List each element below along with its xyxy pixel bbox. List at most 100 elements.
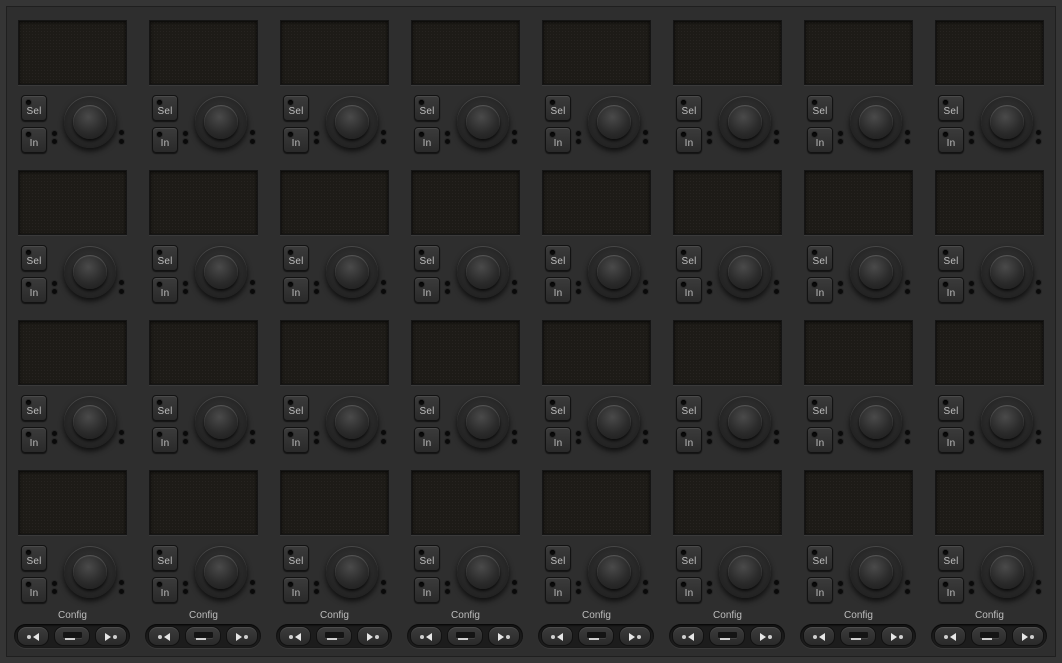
rotary-encoder-knob[interactable]	[588, 96, 640, 148]
in-button[interactable]: In	[938, 277, 964, 303]
rotary-encoder-knob[interactable]	[588, 546, 640, 598]
rotary-encoder-knob[interactable]	[64, 546, 116, 598]
config-next-button[interactable]	[357, 626, 389, 646]
config-mode-button[interactable]	[709, 626, 745, 646]
in-button[interactable]: In	[545, 577, 571, 603]
rotary-encoder-knob[interactable]	[588, 396, 640, 448]
config-mode-button[interactable]	[316, 626, 352, 646]
in-button[interactable]: In	[21, 427, 47, 453]
sel-button[interactable]: Sel	[283, 245, 309, 271]
rotary-encoder-knob[interactable]	[850, 246, 902, 298]
rotary-encoder-knob[interactable]	[719, 96, 771, 148]
sel-button[interactable]: Sel	[676, 395, 702, 421]
rotary-encoder-knob[interactable]	[64, 246, 116, 298]
config-next-button[interactable]	[488, 626, 520, 646]
config-next-button[interactable]	[95, 626, 127, 646]
rotary-encoder-knob[interactable]	[719, 546, 771, 598]
sel-button[interactable]: Sel	[938, 245, 964, 271]
sel-button[interactable]: Sel	[545, 245, 571, 271]
rotary-encoder-knob[interactable]	[457, 396, 509, 448]
sel-button[interactable]: Sel	[152, 545, 178, 571]
sel-button[interactable]: Sel	[414, 245, 440, 271]
sel-button[interactable]: Sel	[676, 245, 702, 271]
in-button[interactable]: In	[21, 277, 47, 303]
rotary-encoder-knob[interactable]	[981, 396, 1033, 448]
sel-button[interactable]: Sel	[676, 545, 702, 571]
in-button[interactable]: In	[414, 427, 440, 453]
in-button[interactable]: In	[152, 127, 178, 153]
config-mode-button[interactable]	[578, 626, 614, 646]
rotary-encoder-knob[interactable]	[719, 246, 771, 298]
config-prev-button[interactable]	[803, 626, 835, 646]
in-button[interactable]: In	[152, 577, 178, 603]
rotary-encoder-knob[interactable]	[64, 96, 116, 148]
in-button[interactable]: In	[414, 127, 440, 153]
config-prev-button[interactable]	[410, 626, 442, 646]
in-button[interactable]: In	[414, 577, 440, 603]
rotary-encoder-knob[interactable]	[195, 396, 247, 448]
in-button[interactable]: In	[807, 277, 833, 303]
sel-button[interactable]: Sel	[807, 95, 833, 121]
config-next-button[interactable]	[619, 626, 651, 646]
sel-button[interactable]: Sel	[414, 395, 440, 421]
sel-button[interactable]: Sel	[938, 545, 964, 571]
sel-button[interactable]: Sel	[283, 395, 309, 421]
rotary-encoder-knob[interactable]	[981, 246, 1033, 298]
in-button[interactable]: In	[676, 427, 702, 453]
config-prev-button[interactable]	[148, 626, 180, 646]
rotary-encoder-knob[interactable]	[195, 246, 247, 298]
config-next-button[interactable]	[750, 626, 782, 646]
rotary-encoder-knob[interactable]	[326, 96, 378, 148]
rotary-encoder-knob[interactable]	[326, 246, 378, 298]
rotary-encoder-knob[interactable]	[326, 396, 378, 448]
config-next-button[interactable]	[226, 626, 258, 646]
rotary-encoder-knob[interactable]	[850, 546, 902, 598]
sel-button[interactable]: Sel	[545, 395, 571, 421]
in-button[interactable]: In	[152, 277, 178, 303]
in-button[interactable]: In	[676, 577, 702, 603]
in-button[interactable]: In	[21, 577, 47, 603]
config-mode-button[interactable]	[840, 626, 876, 646]
sel-button[interactable]: Sel	[152, 245, 178, 271]
rotary-encoder-knob[interactable]	[457, 246, 509, 298]
config-mode-button[interactable]	[185, 626, 221, 646]
in-button[interactable]: In	[545, 427, 571, 453]
in-button[interactable]: In	[807, 427, 833, 453]
in-button[interactable]: In	[283, 577, 309, 603]
rotary-encoder-knob[interactable]	[457, 96, 509, 148]
sel-button[interactable]: Sel	[807, 245, 833, 271]
config-prev-button[interactable]	[17, 626, 49, 646]
sel-button[interactable]: Sel	[21, 545, 47, 571]
rotary-encoder-knob[interactable]	[981, 546, 1033, 598]
sel-button[interactable]: Sel	[283, 545, 309, 571]
in-button[interactable]: In	[807, 577, 833, 603]
config-prev-button[interactable]	[672, 626, 704, 646]
config-mode-button[interactable]	[971, 626, 1007, 646]
in-button[interactable]: In	[938, 577, 964, 603]
sel-button[interactable]: Sel	[283, 95, 309, 121]
config-prev-button[interactable]	[541, 626, 573, 646]
config-next-button[interactable]	[881, 626, 913, 646]
rotary-encoder-knob[interactable]	[195, 96, 247, 148]
sel-button[interactable]: Sel	[938, 395, 964, 421]
sel-button[interactable]: Sel	[21, 245, 47, 271]
in-button[interactable]: In	[545, 127, 571, 153]
sel-button[interactable]: Sel	[807, 395, 833, 421]
rotary-encoder-knob[interactable]	[850, 96, 902, 148]
in-button[interactable]: In	[938, 127, 964, 153]
rotary-encoder-knob[interactable]	[64, 396, 116, 448]
sel-button[interactable]: Sel	[152, 95, 178, 121]
in-button[interactable]: In	[283, 277, 309, 303]
in-button[interactable]: In	[152, 427, 178, 453]
sel-button[interactable]: Sel	[545, 95, 571, 121]
rotary-encoder-knob[interactable]	[195, 546, 247, 598]
in-button[interactable]: In	[414, 277, 440, 303]
config-mode-button[interactable]	[447, 626, 483, 646]
in-button[interactable]: In	[21, 127, 47, 153]
sel-button[interactable]: Sel	[807, 545, 833, 571]
rotary-encoder-knob[interactable]	[588, 246, 640, 298]
rotary-encoder-knob[interactable]	[850, 396, 902, 448]
rotary-encoder-knob[interactable]	[981, 96, 1033, 148]
in-button[interactable]: In	[807, 127, 833, 153]
config-next-button[interactable]	[1012, 626, 1044, 646]
